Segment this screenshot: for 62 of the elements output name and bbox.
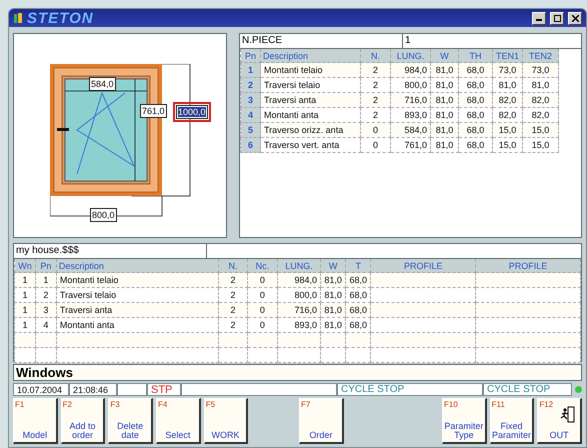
file-name: my house.$$$ xyxy=(14,244,207,258)
dimension-field[interactable]: 800,0 xyxy=(90,208,117,222)
close-button[interactable] xyxy=(568,12,582,24)
column-header: W xyxy=(430,49,458,62)
column-header: TEN1 xyxy=(492,49,522,62)
section-title: Windows xyxy=(13,364,582,381)
table-cell: 1 xyxy=(240,62,260,78)
status-text: CYCLE STOP xyxy=(337,383,483,396)
close-icon xyxy=(572,14,578,22)
column-header: TEN2 xyxy=(522,49,558,62)
column-header: Wn xyxy=(14,259,36,272)
table-cell: 6 xyxy=(240,138,260,152)
column-header: Pn xyxy=(240,49,260,62)
table-cell: 4 xyxy=(240,108,260,122)
function-key[interactable]: F10 Paramiter Type xyxy=(442,398,487,444)
column-header: W xyxy=(320,259,346,272)
table-cell: 15,0 xyxy=(522,138,558,152)
table-cell: 2 xyxy=(240,78,260,92)
column-header: LUNG. xyxy=(390,49,430,62)
column-header: T xyxy=(346,259,371,272)
dimension-field[interactable]: 1000,0 xyxy=(176,105,208,119)
column-header: Nc. xyxy=(247,259,278,272)
column-header: Pn xyxy=(35,259,56,272)
field-label: N.PIECE xyxy=(240,34,403,48)
mode-indicator: STP xyxy=(147,383,181,396)
table-cell: 15,0 xyxy=(492,138,522,152)
function-key[interactable]: F3 Delete date xyxy=(108,398,154,444)
status-field xyxy=(117,383,147,396)
status-text: CYCLE STOP xyxy=(483,383,572,396)
table-cell: 68,0 xyxy=(458,138,492,152)
dimension-field[interactable]: 761,0 xyxy=(140,104,167,118)
function-key[interactable]: F2 Add to order xyxy=(60,398,106,444)
table-cell: 81,0 xyxy=(430,138,458,152)
function-key[interactable]: F1 Model xyxy=(13,398,58,444)
function-key[interactable]: F7 Order xyxy=(299,398,344,444)
function-key[interactable]: F5 WORK xyxy=(204,398,248,444)
function-key[interactable]: F4 Select xyxy=(156,398,201,444)
column-header: N. xyxy=(360,49,390,62)
time-text: 21:08:46 xyxy=(69,383,117,396)
window-title: STETON xyxy=(27,10,94,26)
table-cell: 3 xyxy=(240,92,260,108)
app-icon xyxy=(13,12,23,24)
table-cell: 0 xyxy=(360,138,390,152)
exit-door-icon xyxy=(559,405,576,423)
column-header: N. xyxy=(218,259,248,272)
column-header: TH xyxy=(458,49,492,62)
table-cell: 5 xyxy=(240,122,260,138)
column-header: PROFILE xyxy=(370,259,476,272)
dimension-field[interactable]: 584,0 xyxy=(89,77,116,91)
function-key[interactable]: F12 OUT xyxy=(537,398,582,444)
column-header: Description xyxy=(56,259,219,272)
table-cell: Traverso vert. anta xyxy=(260,138,360,152)
minimize-button[interactable] xyxy=(532,12,546,24)
column-header: PROFILE xyxy=(476,259,580,272)
piece-count-field[interactable]: 1 xyxy=(403,34,411,48)
maximize-icon xyxy=(554,14,560,22)
maximize-button[interactable] xyxy=(550,12,564,24)
function-key[interactable]: F11 Fixed Paramiter xyxy=(490,398,534,444)
column-header: LUNG. xyxy=(278,259,321,272)
table-cell: 761,0 xyxy=(390,138,430,152)
date-text: 10.07.2004 xyxy=(13,383,69,396)
column-header: Description xyxy=(260,49,360,62)
